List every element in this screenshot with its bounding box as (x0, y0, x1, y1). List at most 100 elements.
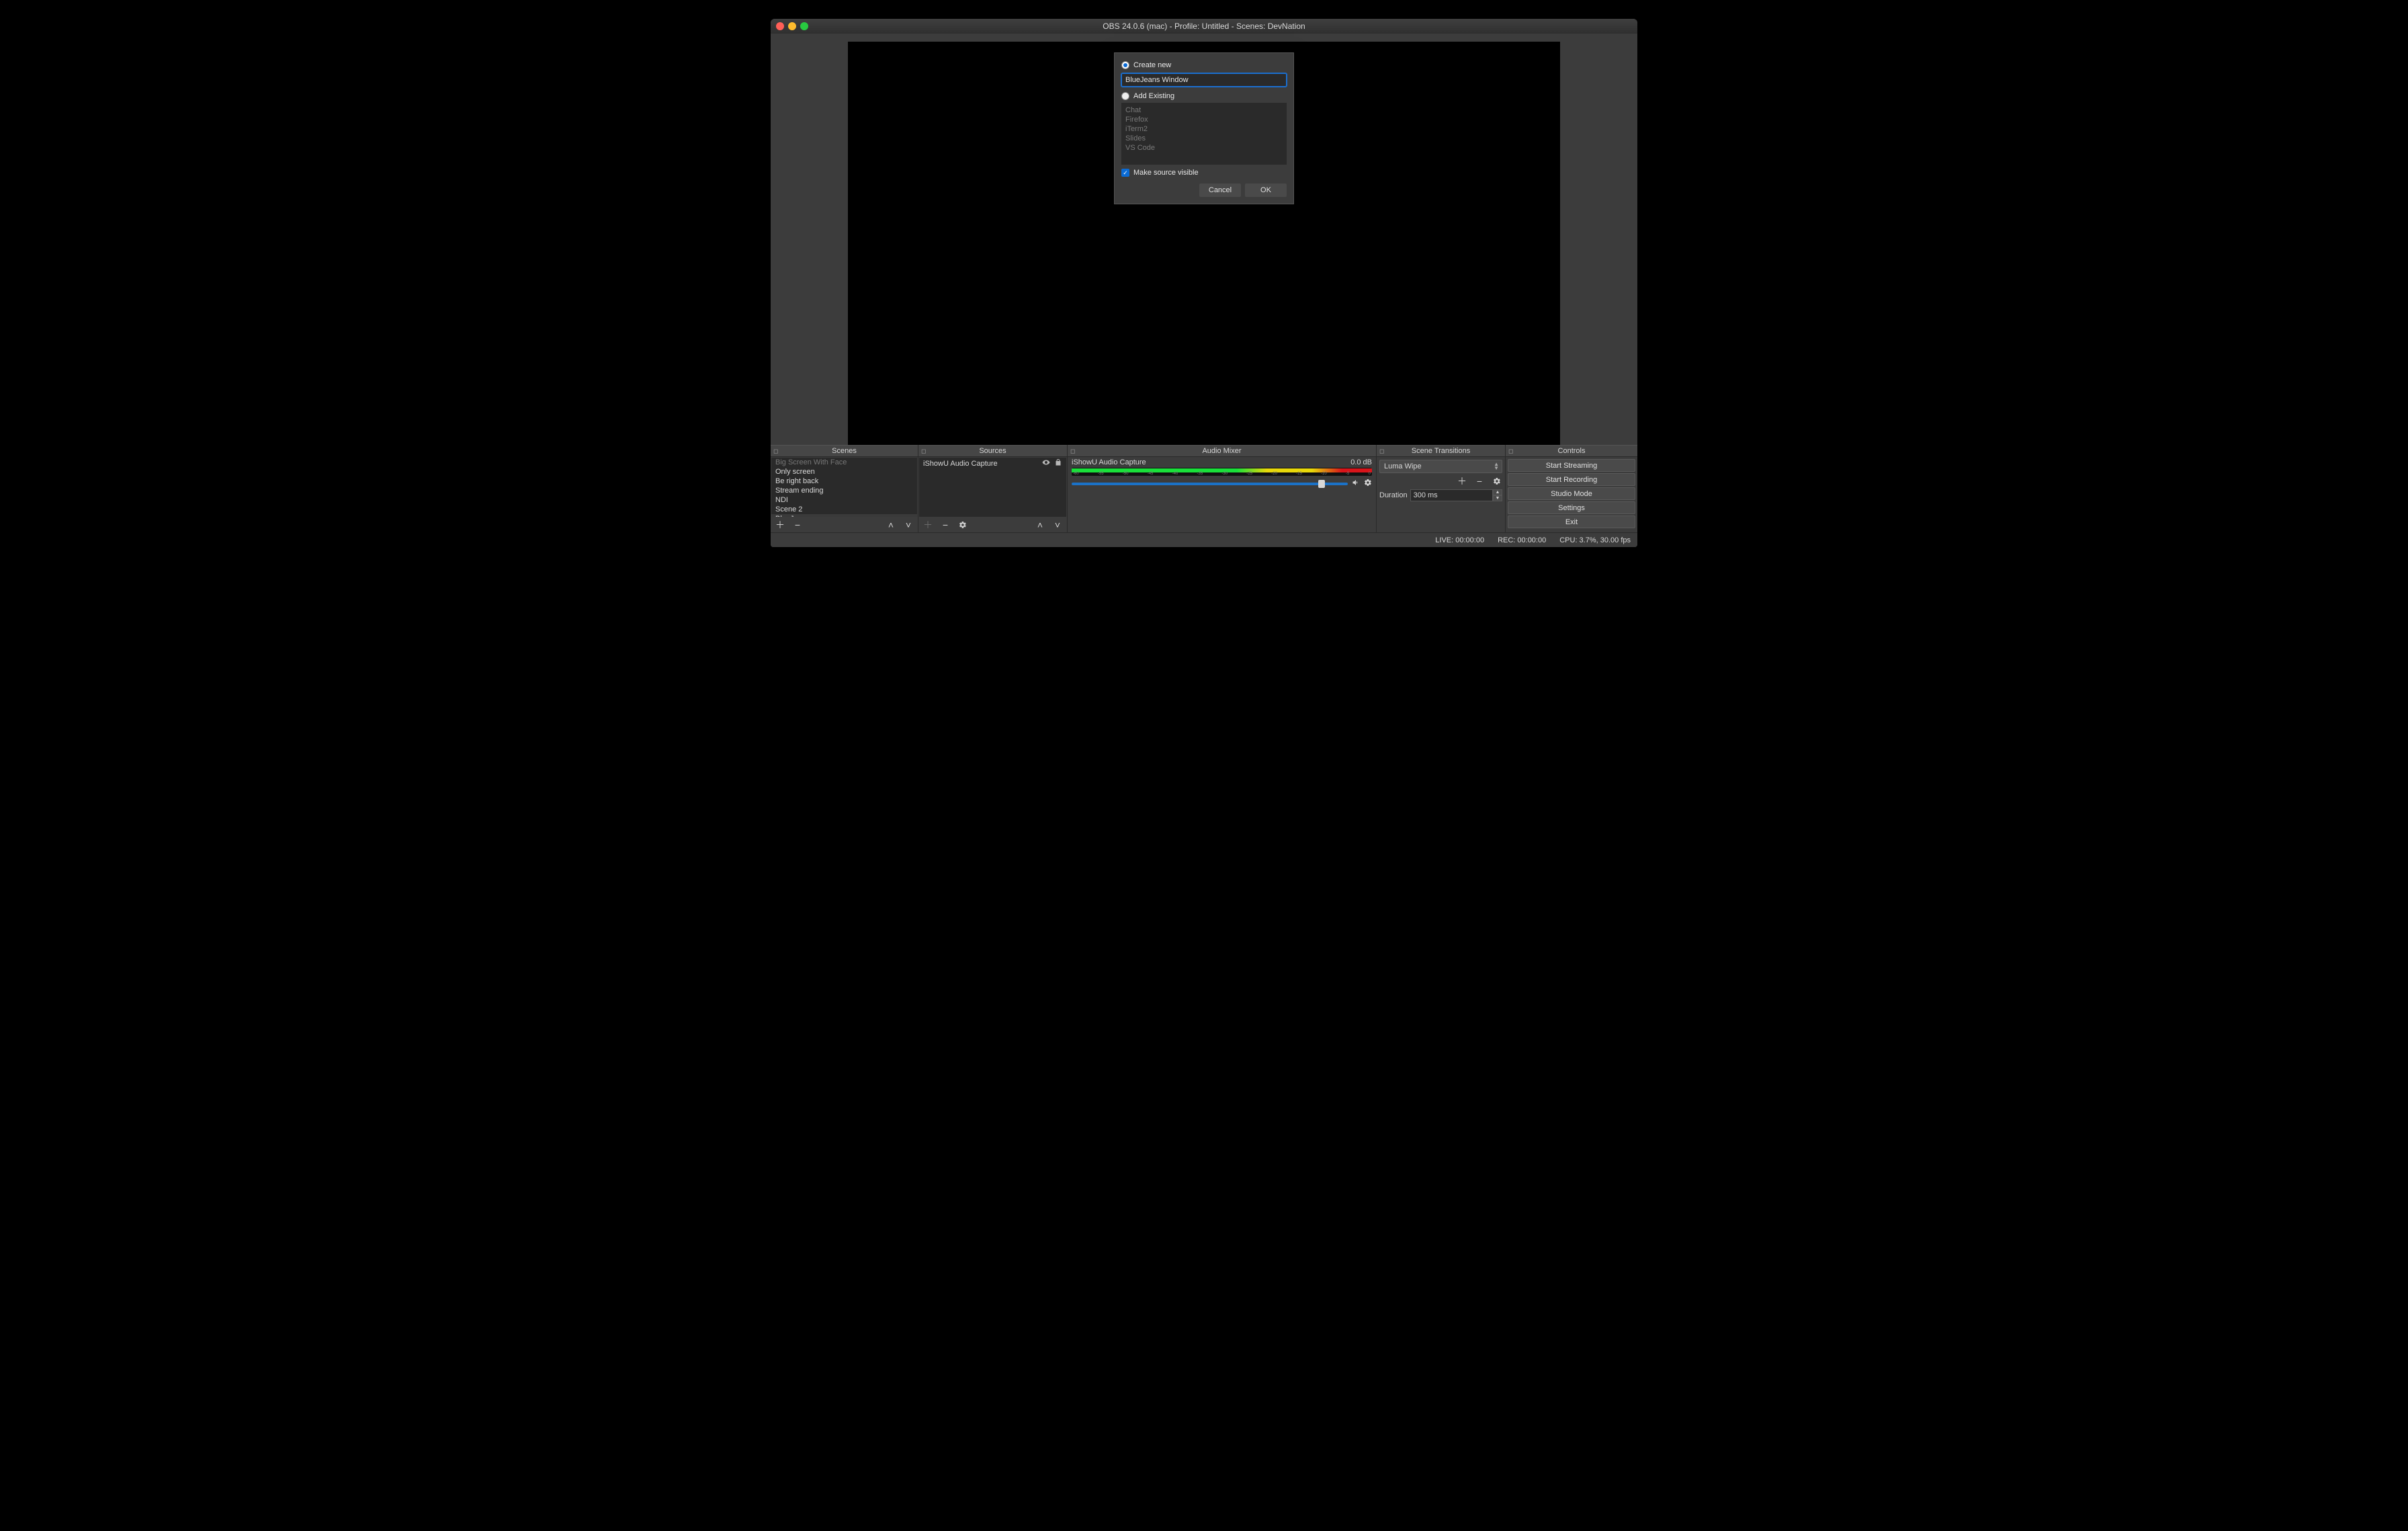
detach-icon[interactable]: ◻ (1508, 448, 1515, 454)
existing-source-item[interactable]: iTerm2 (1125, 124, 1283, 134)
existing-sources-list: ChatFirefoxiTerm2SlidesVS Code (1121, 103, 1287, 165)
meter-tick: -45 (1148, 472, 1154, 476)
source-up-button[interactable]: ˄ (1035, 520, 1045, 530)
detach-icon[interactable]: ◻ (1070, 448, 1077, 454)
meter-tick: -25 (1246, 472, 1252, 476)
cancel-button[interactable]: Cancel (1199, 183, 1241, 197)
scene-item[interactable]: Big Screen With Face (771, 458, 917, 467)
transition-select[interactable]: Luma Wipe ▲▼ (1379, 460, 1502, 473)
lock-icon[interactable] (1054, 458, 1062, 468)
transitions-header-label: Scene Transitions (1412, 447, 1470, 455)
scene-item[interactable]: NDI (771, 495, 917, 505)
mixer-channel-name: iShowU Audio Capture (1072, 458, 1146, 466)
add-source-button[interactable]: ＋ (922, 520, 933, 530)
scene-item[interactable]: Stream ending (771, 486, 917, 495)
controls-header-label: Controls (1558, 447, 1586, 455)
create-source-dialog: Create new Add Existing ChatFirefoxiTerm… (1114, 52, 1294, 204)
docks-row: ◻ Scenes Big Screen With FaceOnly screen… (771, 445, 1637, 532)
duration-step-down[interactable]: ▼ (1493, 495, 1502, 501)
gear-icon (959, 521, 967, 529)
meter-tick: -10 (1321, 472, 1327, 476)
chevron-updown-icon: ▲▼ (1494, 462, 1499, 470)
sources-header-label: Sources (979, 447, 1006, 455)
source-down-button[interactable]: ˅ (1052, 520, 1063, 530)
meter-tick: -40 (1172, 472, 1178, 476)
controls-dock: ◻ Controls Start Streaming Start Recordi… (1506, 445, 1637, 532)
ok-button[interactable]: OK (1245, 183, 1287, 197)
existing-source-item[interactable]: Chat (1125, 106, 1283, 115)
scene-up-button[interactable]: ˄ (886, 520, 896, 530)
scenes-header-label: Scenes (832, 447, 857, 455)
speaker-icon[interactable] (1352, 479, 1360, 489)
sources-toolbar: ＋ − ˄ ˅ (918, 518, 1067, 532)
make-visible-label: Make source visible (1133, 169, 1199, 177)
add-existing-radio[interactable] (1121, 92, 1129, 100)
window-titlebar: OBS 24.0.6 (mac) - Profile: Untitled - S… (771, 19, 1637, 34)
remove-transition-button[interactable]: − (1474, 476, 1485, 487)
scene-down-button[interactable]: ˅ (903, 520, 914, 530)
scenes-dock: ◻ Scenes Big Screen With FaceOnly screen… (771, 445, 918, 532)
scenes-toolbar: ＋ − ˄ ˅ (771, 518, 918, 532)
duration-step-up[interactable]: ▲ (1493, 489, 1502, 495)
start-streaming-button[interactable]: Start Streaming (1508, 459, 1635, 472)
minimize-icon[interactable] (788, 22, 796, 30)
status-rec: REC: 00:00:00 (1498, 536, 1546, 544)
source-name-input[interactable] (1121, 73, 1287, 87)
create-new-label: Create new (1133, 61, 1171, 69)
start-recording-button[interactable]: Start Recording (1508, 473, 1635, 486)
transitions-dock: ◻ Scene Transitions Luma Wipe ▲▼ ＋ − (1377, 445, 1506, 532)
add-scene-button[interactable]: ＋ (775, 520, 785, 530)
meter-tick: -60 (1073, 472, 1079, 476)
scene-item[interactable]: Only screen (771, 467, 917, 477)
add-transition-button[interactable]: ＋ (1457, 476, 1467, 487)
sources-list[interactable]: iShowU Audio Capture (919, 458, 1066, 517)
source-item-label: iShowU Audio Capture (923, 460, 998, 468)
channel-settings-button[interactable] (1364, 479, 1372, 489)
source-item[interactable]: iShowU Audio Capture (919, 458, 1066, 469)
detach-icon[interactable]: ◻ (773, 448, 780, 454)
transition-select-value: Luma Wipe (1384, 462, 1422, 470)
add-existing-label: Add Existing (1133, 92, 1174, 100)
remove-source-button[interactable]: − (940, 520, 951, 530)
scene-item[interactable]: Be right back (771, 477, 917, 486)
scene-item[interactable]: BlueJeans (771, 514, 917, 517)
studio-mode-button[interactable]: Studio Mode (1508, 487, 1635, 500)
close-icon[interactable] (776, 22, 784, 30)
detach-icon[interactable]: ◻ (921, 448, 928, 454)
transition-settings-button[interactable] (1492, 476, 1502, 487)
zoom-icon[interactable] (800, 22, 808, 30)
exit-button[interactable]: Exit (1508, 515, 1635, 528)
eye-icon[interactable] (1042, 458, 1050, 468)
source-settings-button[interactable] (957, 520, 968, 530)
meter-tick: -5 (1346, 472, 1349, 476)
meter-tick: -20 (1271, 472, 1277, 476)
window-title: OBS 24.0.6 (mac) - Profile: Untitled - S… (771, 22, 1637, 31)
meter-tick: -55 (1098, 472, 1104, 476)
status-live: LIVE: 00:00:00 (1435, 536, 1484, 544)
sources-dock: ◻ Sources iShowU Audio Capture ＋ − ˄ ˅ (918, 445, 1068, 532)
duration-input[interactable] (1410, 489, 1493, 501)
audio-mixer-dock: ◻ Audio Mixer iShowU Audio Capture 0.0 d… (1068, 445, 1377, 532)
mixer-channel-level: 0.0 dB (1350, 458, 1372, 466)
detach-icon[interactable]: ◻ (1379, 448, 1386, 454)
create-new-radio[interactable] (1121, 61, 1129, 69)
status-cpu: CPU: 3.7%, 30.00 fps (1559, 536, 1631, 544)
existing-source-item[interactable]: Firefox (1125, 115, 1283, 124)
volume-slider[interactable] (1072, 483, 1348, 485)
status-bar: LIVE: 00:00:00 REC: 00:00:00 CPU: 3.7%, … (771, 532, 1637, 547)
scene-item[interactable]: Scene 2 (771, 505, 917, 514)
volume-slider-knob[interactable] (1318, 480, 1325, 488)
meter-tick: -35 (1197, 472, 1203, 476)
meter-tick: 0 (1369, 472, 1371, 476)
audio-meter: -60-55-50-45-40-35-30-25-20-15-10-50 (1072, 468, 1372, 476)
existing-source-item[interactable]: VS Code (1125, 143, 1283, 153)
mixer-header-label: Audio Mixer (1202, 447, 1241, 455)
meter-tick: -30 (1221, 472, 1228, 476)
make-visible-checkbox[interactable]: ✓ (1121, 169, 1129, 177)
duration-label: Duration (1379, 491, 1408, 499)
meter-tick: -15 (1296, 472, 1302, 476)
existing-source-item[interactable]: Slides (1125, 134, 1283, 143)
scenes-list[interactable]: Big Screen With FaceOnly screenBe right … (771, 458, 917, 517)
remove-scene-button[interactable]: − (792, 520, 803, 530)
settings-button[interactable]: Settings (1508, 501, 1635, 514)
